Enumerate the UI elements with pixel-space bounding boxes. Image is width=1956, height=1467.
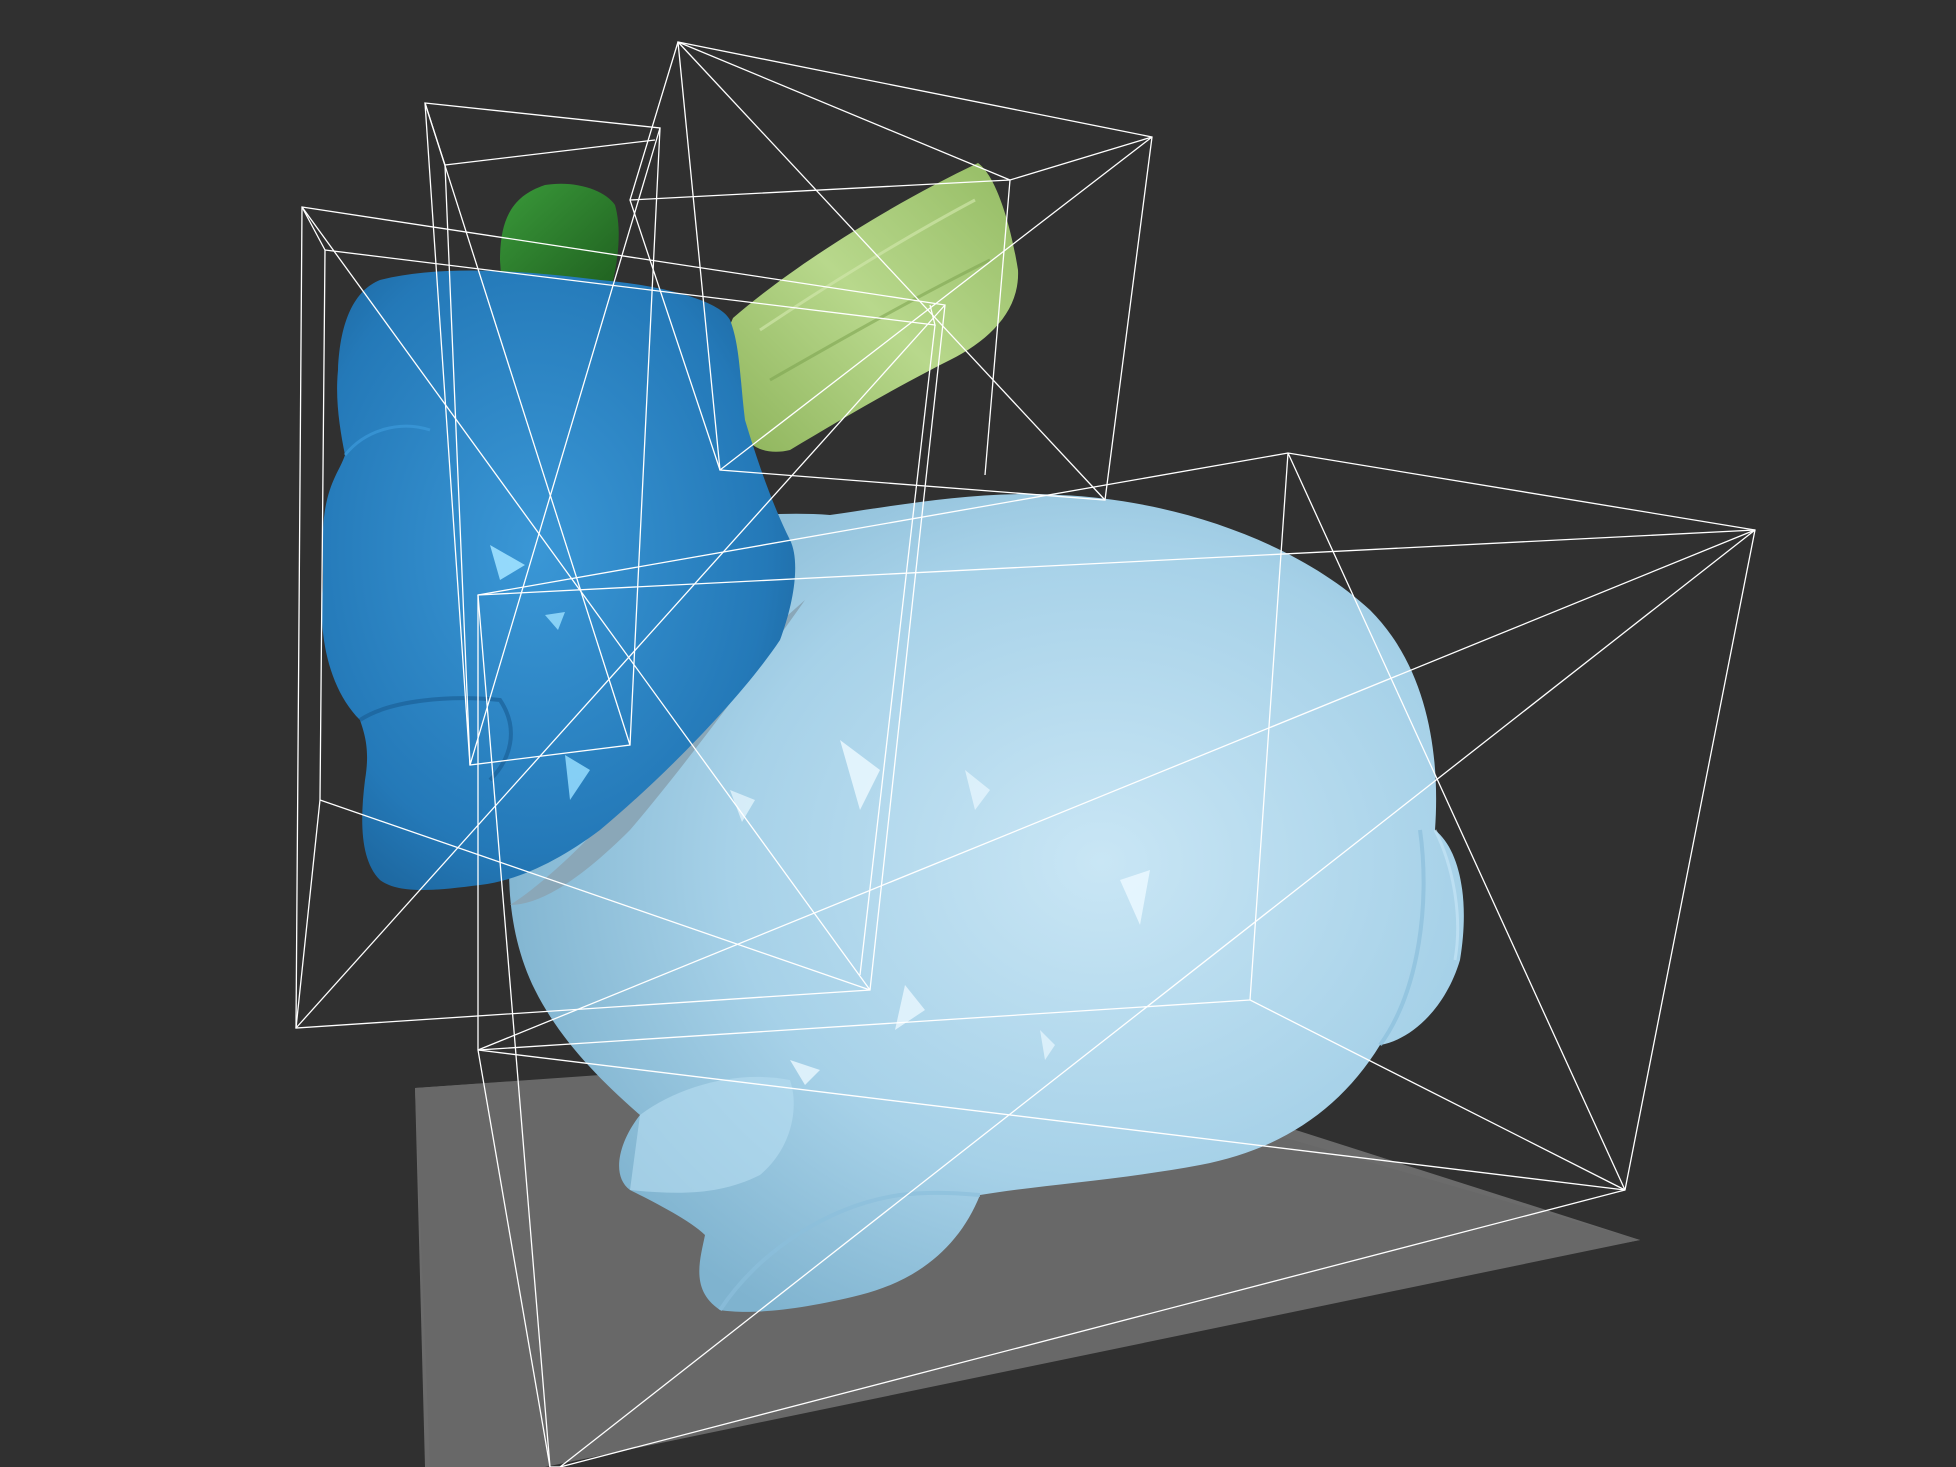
- 3d-viewport[interactable]: [0, 0, 1956, 1467]
- ear-right-part[interactable]: [724, 163, 1019, 452]
- scene-canvas[interactable]: [0, 0, 1956, 1467]
